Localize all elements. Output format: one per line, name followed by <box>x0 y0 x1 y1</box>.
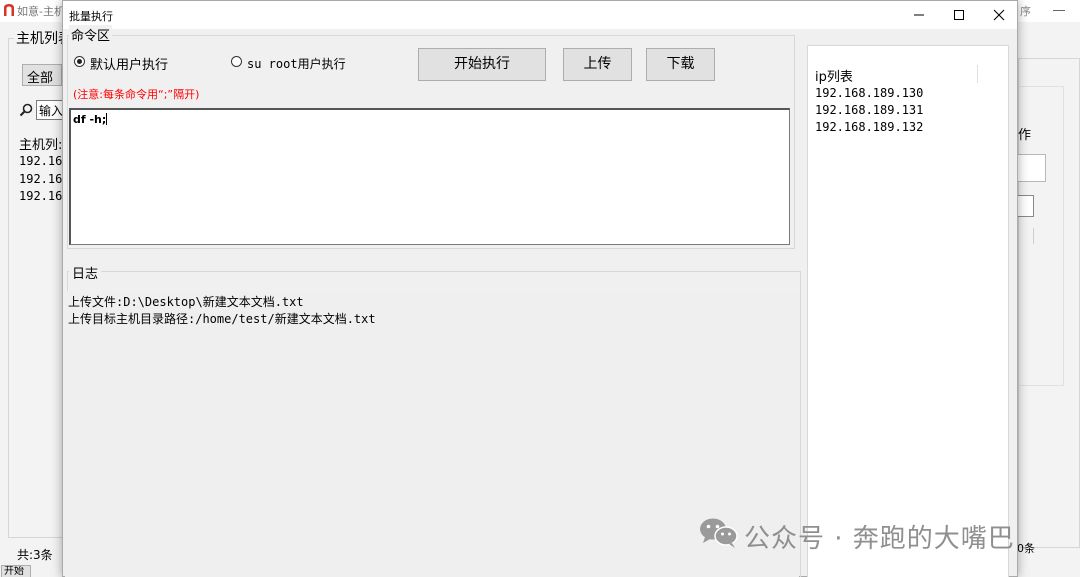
ip-list-header[interactable]: ip列表 <box>815 66 853 85</box>
column-separator[interactable] <box>977 65 978 83</box>
watermark-text: 公众号 · 奔跑的大嘴巴 <box>744 524 1015 554</box>
command-text: df -h; <box>73 113 107 126</box>
minimize-button[interactable] <box>899 1 939 29</box>
maximize-button[interactable] <box>939 1 979 29</box>
search-icon <box>19 103 33 117</box>
minimize-icon <box>914 14 924 16</box>
download-button[interactable]: 下载 <box>646 48 715 81</box>
close-button[interactable] <box>979 1 1019 29</box>
upload-button[interactable]: 上传 <box>563 48 632 81</box>
operation-count-label: 0条 <box>1017 542 1035 555</box>
maximize-icon <box>954 10 964 20</box>
all-hosts-button[interactable]: 全部 <box>22 64 62 86</box>
ip-list-item[interactable]: 192.168.189.132 <box>815 120 923 134</box>
host-list-label: 主机列: <box>19 138 63 153</box>
ip-list-item[interactable]: 192.168.189.131 <box>815 103 923 117</box>
command-textarea[interactable]: df -h; <box>69 108 790 245</box>
log-textarea[interactable]: 上传文件:D:\Desktop\新建文本文档.txt 上传目标主机目录路径:/h… <box>65 291 799 577</box>
main-window-title-suffix: 序 <box>1020 5 1031 18</box>
batch-execute-dialog: 批量执行 命令区 默认用户执行 su root用户执行 开始执行 上传 下载 (… <box>62 0 1018 577</box>
command-separator-note: (注意:每条命令用“;”隔开) <box>73 88 200 101</box>
app-logo-icon <box>4 4 14 16</box>
su-root-radio[interactable] <box>231 56 242 67</box>
main-window-title: 如意-主机 <box>17 5 65 18</box>
default-user-radio[interactable] <box>74 56 85 67</box>
text-cursor <box>106 113 108 125</box>
operation-input[interactable] <box>1016 195 1034 217</box>
host-count-label: 共:3条 <box>17 548 53 562</box>
default-user-radio-label[interactable]: 默认用户执行 <box>90 54 168 73</box>
log-title: 日志 <box>69 263 102 282</box>
close-icon <box>993 9 1005 21</box>
main-minimize-icon[interactable] <box>1053 10 1065 11</box>
divider <box>1033 228 1034 244</box>
dialog-titlebar: 批量执行 <box>63 1 1017 29</box>
su-root-radio-label[interactable]: su root用户执行 <box>247 55 346 72</box>
operation-button[interactable] <box>1016 154 1046 182</box>
dialog-title: 批量执行 <box>69 10 113 23</box>
log-line: 上传目标主机目录路径:/home/test/新建文本文档.txt <box>68 312 376 326</box>
start-execute-button[interactable]: 开始执行 <box>418 48 546 81</box>
operation-group-title: 作 <box>1018 128 1032 143</box>
wechat-icon <box>700 518 738 548</box>
main-start-button[interactable]: 开始 <box>1 565 31 577</box>
command-area-title: 命令区 <box>69 25 113 44</box>
ip-list-item[interactable]: 192.168.189.130 <box>815 86 923 100</box>
log-line: 上传文件:D:\Desktop\新建文本文档.txt <box>68 295 304 309</box>
